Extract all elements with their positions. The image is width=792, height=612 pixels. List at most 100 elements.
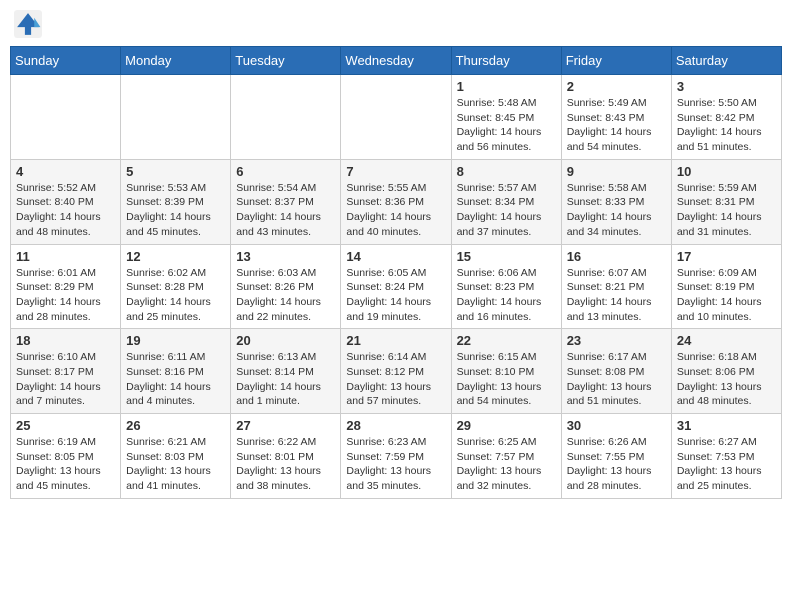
day-number: 17 bbox=[677, 249, 776, 264]
calendar-cell: 20 Sunrise: 6:13 AM Sunset: 8:14 PM Dayli… bbox=[231, 329, 341, 414]
calendar-cell: 27 Sunrise: 6:22 AM Sunset: 8:01 PM Dayli… bbox=[231, 414, 341, 499]
calendar-cell: 13Sunrise: 6:03 AM Sunset: 8:26 PM Dayli… bbox=[231, 244, 341, 329]
calendar-cell: 12Sunrise: 6:02 AM Sunset: 8:28 PM Dayli… bbox=[121, 244, 231, 329]
calendar-cell: 17 Sunrise: 6:09 AM Sunset: 8:19 PM Dayli… bbox=[671, 244, 781, 329]
day-number: 16 bbox=[567, 249, 666, 264]
day-number: 24 bbox=[677, 333, 776, 348]
day-number: 11 bbox=[16, 249, 115, 264]
calendar-cell: 5 Sunrise: 5:53 AM Sunset: 8:39 PM Daylig… bbox=[121, 159, 231, 244]
day-number: 10 bbox=[677, 164, 776, 179]
day-info: Sunrise: 5:58 AM Sunset: 8:33 PM Dayligh… bbox=[567, 181, 666, 240]
calendar-cell: 26 Sunrise: 6:21 AM Sunset: 8:03 PM Dayli… bbox=[121, 414, 231, 499]
day-number: 1 bbox=[457, 79, 556, 94]
calendar-cell: 1 Sunrise: 5:48 AM Sunset: 8:45 PM Daylig… bbox=[451, 75, 561, 160]
weekday-header-saturday: Saturday bbox=[671, 47, 781, 75]
day-info: Sunrise: 6:15 AM Sunset: 8:10 PM Dayligh… bbox=[457, 350, 556, 409]
day-number: 13 bbox=[236, 249, 335, 264]
weekday-header-tuesday: Tuesday bbox=[231, 47, 341, 75]
day-info: Sunrise: 5:57 AM Sunset: 8:34 PM Dayligh… bbox=[457, 181, 556, 240]
calendar-cell: 6Sunrise: 5:54 AM Sunset: 8:37 PM Daylig… bbox=[231, 159, 341, 244]
day-number: 5 bbox=[126, 164, 225, 179]
day-info: Sunrise: 5:55 AM Sunset: 8:36 PM Dayligh… bbox=[346, 181, 445, 240]
day-info: Sunrise: 6:17 AM Sunset: 8:08 PM Dayligh… bbox=[567, 350, 666, 409]
day-number: 31 bbox=[677, 418, 776, 433]
day-number: 15 bbox=[457, 249, 556, 264]
calendar-cell: 23 Sunrise: 6:17 AM Sunset: 8:08 PM Dayli… bbox=[561, 329, 671, 414]
calendar-cell: 31 Sunrise: 6:27 AM Sunset: 7:53 PM Dayli… bbox=[671, 414, 781, 499]
day-info: Sunrise: 5:53 AM Sunset: 8:39 PM Dayligh… bbox=[126, 181, 225, 240]
calendar-cell: 21Sunrise: 6:14 AM Sunset: 8:12 PM Dayli… bbox=[341, 329, 451, 414]
calendar-cell: 2 Sunrise: 5:49 AM Sunset: 8:43 PM Daylig… bbox=[561, 75, 671, 160]
day-info: Sunrise: 5:52 AM Sunset: 8:40 PM Dayligh… bbox=[16, 181, 115, 240]
day-number: 29 bbox=[457, 418, 556, 433]
day-info: Sunrise: 5:54 AM Sunset: 8:37 PM Dayligh… bbox=[236, 181, 335, 240]
calendar-cell: 15 Sunrise: 6:06 AM Sunset: 8:23 PM Dayli… bbox=[451, 244, 561, 329]
day-number: 28 bbox=[346, 418, 445, 433]
day-number: 21 bbox=[346, 333, 445, 348]
day-number: 30 bbox=[567, 418, 666, 433]
day-number: 8 bbox=[457, 164, 556, 179]
calendar-week-5: 25 Sunrise: 6:19 AM Sunset: 8:05 PM Dayli… bbox=[11, 414, 782, 499]
calendar-week-4: 18 Sunrise: 6:10 AM Sunset: 8:17 PM Dayli… bbox=[11, 329, 782, 414]
day-info: Sunrise: 6:22 AM Sunset: 8:01 PM Dayligh… bbox=[236, 435, 335, 494]
calendar-cell: 29 Sunrise: 6:25 AM Sunset: 7:57 PM Dayli… bbox=[451, 414, 561, 499]
day-info: Sunrise: 6:21 AM Sunset: 8:03 PM Dayligh… bbox=[126, 435, 225, 494]
calendar-week-2: 4 Sunrise: 5:52 AM Sunset: 8:40 PM Daylig… bbox=[11, 159, 782, 244]
day-info: Sunrise: 5:59 AM Sunset: 8:31 PM Dayligh… bbox=[677, 181, 776, 240]
calendar-cell: 30Sunrise: 6:26 AM Sunset: 7:55 PM Dayli… bbox=[561, 414, 671, 499]
day-info: Sunrise: 6:11 AM Sunset: 8:16 PM Dayligh… bbox=[126, 350, 225, 409]
day-info: Sunrise: 6:23 AM Sunset: 7:59 PM Dayligh… bbox=[346, 435, 445, 494]
weekday-header-wednesday: Wednesday bbox=[341, 47, 451, 75]
calendar-cell: 4 Sunrise: 5:52 AM Sunset: 8:40 PM Daylig… bbox=[11, 159, 121, 244]
calendar-cell: 16 Sunrise: 6:07 AM Sunset: 8:21 PM Dayli… bbox=[561, 244, 671, 329]
day-info: Sunrise: 6:09 AM Sunset: 8:19 PM Dayligh… bbox=[677, 266, 776, 325]
calendar-cell bbox=[11, 75, 121, 160]
day-info: Sunrise: 6:18 AM Sunset: 8:06 PM Dayligh… bbox=[677, 350, 776, 409]
day-number: 20 bbox=[236, 333, 335, 348]
weekday-header-friday: Friday bbox=[561, 47, 671, 75]
calendar-cell: 7Sunrise: 5:55 AM Sunset: 8:36 PM Daylig… bbox=[341, 159, 451, 244]
day-number: 2 bbox=[567, 79, 666, 94]
day-number: 25 bbox=[16, 418, 115, 433]
day-number: 26 bbox=[126, 418, 225, 433]
day-info: Sunrise: 6:01 AM Sunset: 8:29 PM Dayligh… bbox=[16, 266, 115, 325]
calendar-cell: 28 Sunrise: 6:23 AM Sunset: 7:59 PM Dayli… bbox=[341, 414, 451, 499]
day-number: 4 bbox=[16, 164, 115, 179]
weekday-header-sunday: Sunday bbox=[11, 47, 121, 75]
calendar-cell: 11 Sunrise: 6:01 AM Sunset: 8:29 PM Dayli… bbox=[11, 244, 121, 329]
day-info: Sunrise: 5:48 AM Sunset: 8:45 PM Dayligh… bbox=[457, 96, 556, 155]
calendar-week-1: 1 Sunrise: 5:48 AM Sunset: 8:45 PM Daylig… bbox=[11, 75, 782, 160]
calendar-cell: 3 Sunrise: 5:50 AM Sunset: 8:42 PM Daylig… bbox=[671, 75, 781, 160]
day-info: Sunrise: 5:49 AM Sunset: 8:43 PM Dayligh… bbox=[567, 96, 666, 155]
day-number: 23 bbox=[567, 333, 666, 348]
day-info: Sunrise: 6:27 AM Sunset: 7:53 PM Dayligh… bbox=[677, 435, 776, 494]
day-number: 18 bbox=[16, 333, 115, 348]
day-info: Sunrise: 6:13 AM Sunset: 8:14 PM Dayligh… bbox=[236, 350, 335, 409]
day-info: Sunrise: 6:06 AM Sunset: 8:23 PM Dayligh… bbox=[457, 266, 556, 325]
calendar-cell: 8 Sunrise: 5:57 AM Sunset: 8:34 PM Daylig… bbox=[451, 159, 561, 244]
calendar-cell bbox=[231, 75, 341, 160]
day-info: Sunrise: 6:10 AM Sunset: 8:17 PM Dayligh… bbox=[16, 350, 115, 409]
calendar-cell: 9Sunrise: 5:58 AM Sunset: 8:33 PM Daylig… bbox=[561, 159, 671, 244]
day-info: Sunrise: 5:50 AM Sunset: 8:42 PM Dayligh… bbox=[677, 96, 776, 155]
calendar-cell: 10 Sunrise: 5:59 AM Sunset: 8:31 PM Dayli… bbox=[671, 159, 781, 244]
day-number: 14 bbox=[346, 249, 445, 264]
day-info: Sunrise: 6:07 AM Sunset: 8:21 PM Dayligh… bbox=[567, 266, 666, 325]
day-number: 22 bbox=[457, 333, 556, 348]
calendar-week-3: 11 Sunrise: 6:01 AM Sunset: 8:29 PM Dayli… bbox=[11, 244, 782, 329]
day-info: Sunrise: 6:19 AM Sunset: 8:05 PM Dayligh… bbox=[16, 435, 115, 494]
calendar-cell: 24 Sunrise: 6:18 AM Sunset: 8:06 PM Dayli… bbox=[671, 329, 781, 414]
logo-icon bbox=[14, 10, 42, 38]
calendar-cell: 25 Sunrise: 6:19 AM Sunset: 8:05 PM Dayli… bbox=[11, 414, 121, 499]
day-number: 3 bbox=[677, 79, 776, 94]
day-info: Sunrise: 6:02 AM Sunset: 8:28 PM Dayligh… bbox=[126, 266, 225, 325]
day-info: Sunrise: 6:25 AM Sunset: 7:57 PM Dayligh… bbox=[457, 435, 556, 494]
calendar-cell: 19 Sunrise: 6:11 AM Sunset: 8:16 PM Dayli… bbox=[121, 329, 231, 414]
day-number: 27 bbox=[236, 418, 335, 433]
calendar-cell: 18 Sunrise: 6:10 AM Sunset: 8:17 PM Dayli… bbox=[11, 329, 121, 414]
page-header bbox=[10, 10, 782, 38]
calendar: SundayMondayTuesdayWednesdayThursdayFrid… bbox=[10, 46, 782, 499]
weekday-header-row: SundayMondayTuesdayWednesdayThursdayFrid… bbox=[11, 47, 782, 75]
day-number: 19 bbox=[126, 333, 225, 348]
calendar-cell bbox=[341, 75, 451, 160]
